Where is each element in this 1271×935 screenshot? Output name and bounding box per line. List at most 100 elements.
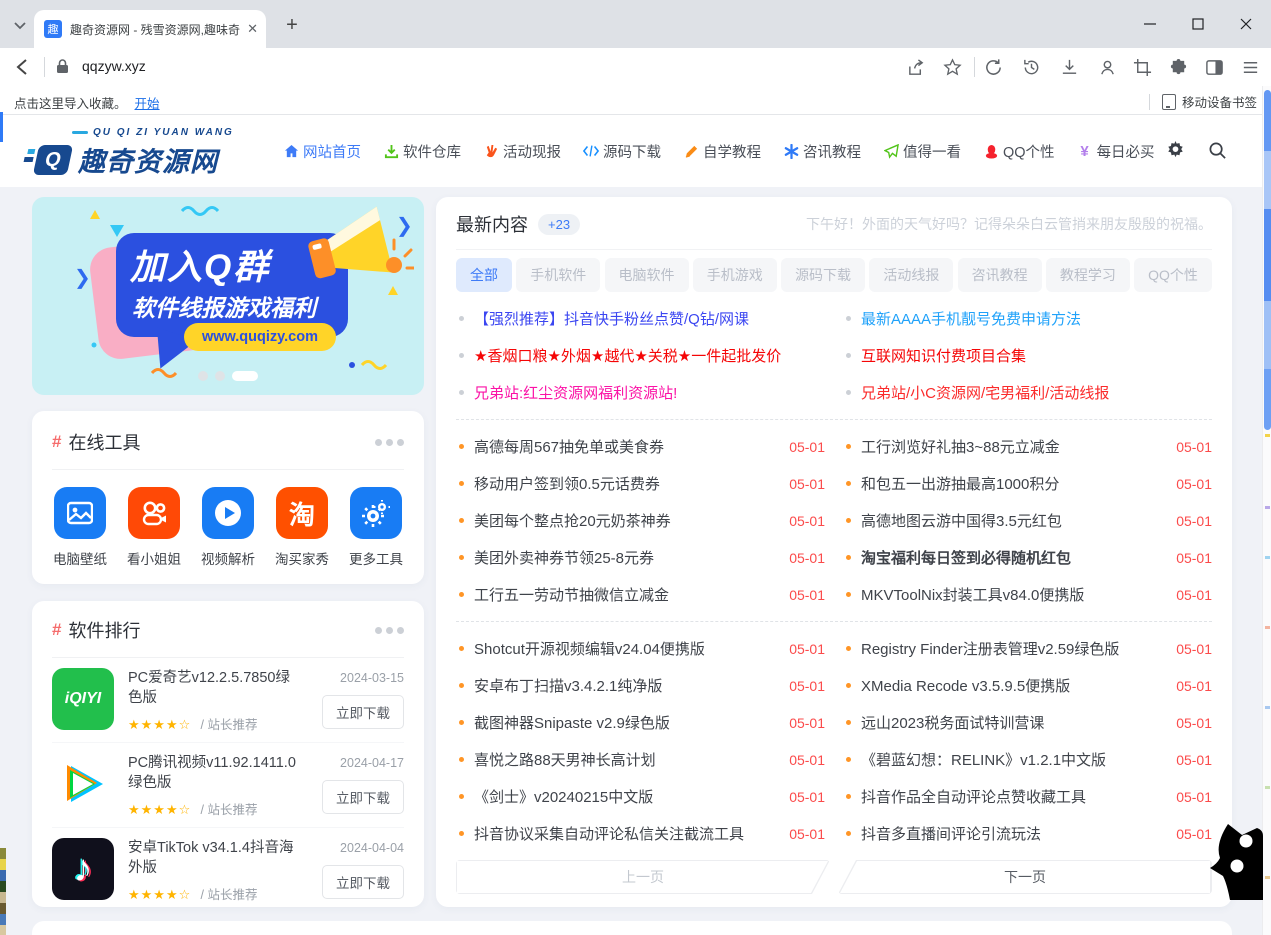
tool-girls[interactable]: 看小姐姐 xyxy=(126,487,182,568)
close-button[interactable] xyxy=(1231,10,1261,38)
search-icon[interactable] xyxy=(1208,141,1227,165)
list-item[interactable]: 《剑士》v20240215中文版 05-01 xyxy=(456,778,825,815)
mobile-bookmarks-label[interactable]: 移动设备书签 xyxy=(1182,92,1257,111)
site-logo[interactable]: QU QI ZI YUAN WANG Q 趣奇资源网 xyxy=(36,127,246,179)
rank-item-tiktok[interactable]: ♪ 安卓TikTok v34.1.4抖音海外版 ★★★★☆ / 站长推荐 202… xyxy=(52,828,404,912)
featured-link[interactable]: 兄弟站:红尘资源网福利资源站! xyxy=(456,374,825,411)
list-item[interactable]: 美团外卖神券节领25-8元券 05-01 xyxy=(456,539,825,576)
nav-item-news[interactable]: 咨讯教程 xyxy=(783,141,861,162)
extensions-icon[interactable] xyxy=(1167,56,1189,78)
download-icon[interactable] xyxy=(1058,56,1080,78)
more-dots-icon[interactable] xyxy=(375,627,404,634)
promo-banner[interactable]: 加入Q群 软件线报游戏福利 www.quqizy.com ❯ xyxy=(32,197,424,395)
bookmark-star-icon[interactable] xyxy=(941,56,963,78)
tab-search-chevron-icon[interactable] xyxy=(8,14,32,38)
bullet-icon xyxy=(846,390,851,395)
list-item[interactable]: Shotcut开源视频编辑v24.04便携版 05-01 xyxy=(456,630,825,667)
carousel-dots[interactable] xyxy=(32,371,424,381)
rank-item-iqiyi[interactable]: iQIYI PC爱奇艺v12.2.5.7850绿色版 ★★★★☆ / 站长推荐 … xyxy=(52,658,404,743)
featured-link[interactable]: 互联网知识付费项目合集 xyxy=(843,337,1212,374)
address-bar[interactable]: qqzyw.xyz xyxy=(82,58,146,74)
minimize-button[interactable] xyxy=(1135,10,1165,38)
cat-widget[interactable] xyxy=(1207,820,1265,900)
maximize-button[interactable] xyxy=(1183,10,1213,38)
download-now-button[interactable]: 立即下载 xyxy=(322,780,404,814)
scrollbar-thumb[interactable] xyxy=(1264,90,1271,430)
tool-wallpaper[interactable]: 电脑壁纸 xyxy=(52,487,108,568)
featured-link[interactable]: 最新AAAA手机靓号免费申请方法 xyxy=(843,300,1212,337)
category-tab[interactable]: 教程学习 xyxy=(1046,258,1130,292)
nav-item-source[interactable]: 源码下载 xyxy=(583,141,661,162)
banner-prev-icon[interactable]: ❯ xyxy=(74,265,91,290)
category-tab[interactable]: 电脑软件 xyxy=(605,258,689,292)
category-tab[interactable]: 源码下载 xyxy=(781,258,865,292)
featured-link[interactable]: 兄弟站/小C资源网/宅男福利/活动线报 xyxy=(843,374,1212,411)
tool-video-parse[interactable]: 视频解析 xyxy=(200,487,256,568)
sidebar-icon[interactable] xyxy=(1203,56,1225,78)
list-item[interactable]: 抖音作品全自动评论点赞收藏工具 05-01 xyxy=(843,778,1212,815)
browser-tab[interactable]: 趣 趣奇资源网 - 残雪资源网,趣味奇… ✕ xyxy=(34,10,266,48)
back-button[interactable] xyxy=(12,56,34,78)
featured-link[interactable]: ★香烟口粮★外烟★越代★关税★一件起批发价 xyxy=(456,337,825,374)
nav-item-qq[interactable]: QQ个性 xyxy=(983,141,1055,162)
list-item[interactable]: 喜悦之路88天男神长高计划 05-01 xyxy=(456,741,825,778)
list-item[interactable]: 工行五一劳动节抽微信立减金 05-01 xyxy=(456,576,825,613)
bookmark-start-link[interactable]: 开始 xyxy=(135,97,160,111)
list-item[interactable]: 远山2023税务面试特训营课 05-01 xyxy=(843,704,1212,741)
list-item[interactable]: Registry Finder注册表管理v2.59绿色版 05-01 xyxy=(843,630,1212,667)
category-tab[interactable]: 手机游戏 xyxy=(693,258,777,292)
rank-item-tencent[interactable]: PC腾讯视频v11.92.1411.0绿色版 ★★★★☆ / 站长推荐 2024… xyxy=(52,743,404,828)
bullet-icon xyxy=(459,757,464,762)
featured-link[interactable]: 【强烈推荐】抖音快手粉丝点赞/Q钻/网课 xyxy=(456,300,825,337)
online-tools-card: # 在线工具 电脑壁纸 看小姐姐 xyxy=(32,411,424,584)
tab-close-icon[interactable]: ✕ xyxy=(247,21,258,37)
list-item[interactable]: 《碧蓝幻想：RELINK》v1.2.1中文版 05-01 xyxy=(843,741,1212,778)
crop-icon[interactable] xyxy=(1131,56,1153,78)
settings-gear-icon[interactable] xyxy=(1166,141,1185,165)
prev-page-button[interactable]: 上一页 xyxy=(456,860,830,894)
category-tab[interactable]: 全部 xyxy=(456,258,512,292)
list-item[interactable]: XMedia Recode v3.5.9.5便携版 05-01 xyxy=(843,667,1212,704)
nav-item-worthy[interactable]: 值得一看 xyxy=(883,141,961,162)
refresh-icon[interactable] xyxy=(982,56,1004,78)
nav-item-activity[interactable]: 活动现报 xyxy=(483,141,561,162)
nav-item-home[interactable]: 网站首页 xyxy=(283,141,361,162)
banner-next-icon[interactable]: ❯ xyxy=(396,213,413,238)
category-tab[interactable]: 手机软件 xyxy=(516,258,600,292)
history-icon[interactable] xyxy=(1020,56,1042,78)
list-item[interactable]: 截图神器Snipaste v2.9绿色版 05-01 xyxy=(456,704,825,741)
nav-item-software[interactable]: 软件仓库 xyxy=(383,141,461,162)
list-item[interactable]: 高德地图云游中国得3.5元红包 05-01 xyxy=(843,502,1212,539)
new-tab-button[interactable]: + xyxy=(280,13,304,37)
category-tab[interactable]: QQ个性 xyxy=(1134,258,1212,292)
list-item[interactable]: 工行浏览好礼抽3~88元立减金 05-01 xyxy=(843,428,1212,465)
lock-icon[interactable] xyxy=(56,58,69,79)
download-now-button[interactable]: 立即下载 xyxy=(322,865,404,899)
next-page-button[interactable]: 下一页 xyxy=(838,860,1212,894)
list-item[interactable]: MKVToolNix封装工具v84.0便携版 05-01 xyxy=(843,576,1212,613)
share-icon[interactable] xyxy=(905,56,927,78)
tool-taobao[interactable]: 淘 淘买家秀 xyxy=(274,487,330,568)
list-item[interactable]: 安卓布丁扫描v3.4.2.1纯净版 05-01 xyxy=(456,667,825,704)
nav-item-tutorial[interactable]: 自学教程 xyxy=(683,141,761,162)
list-item[interactable]: 和包五一出游抽最高1000积分 05-01 xyxy=(843,465,1212,502)
list-item[interactable]: 抖音协议采集自动评论私信关注截流工具 05-01 xyxy=(456,815,825,852)
yen-icon: ¥ xyxy=(1077,143,1093,159)
list-item[interactable]: 抖音多直播间评论引流玩法 05-01 xyxy=(843,815,1212,852)
list-item[interactable]: 美团每个整点抢20元奶茶神券 05-01 xyxy=(456,502,825,539)
edge-artifact xyxy=(0,848,6,935)
scrollbar[interactable] xyxy=(1262,86,1271,935)
download-now-button[interactable]: 立即下载 xyxy=(322,695,404,729)
list-item[interactable]: 淘宝福利每日签到必得随机红包 05-01 xyxy=(843,539,1212,576)
list-item[interactable]: 高德每周567抽免单或美食券 05-01 xyxy=(456,428,825,465)
tool-more[interactable]: 更多工具 xyxy=(348,487,404,568)
menu-icon[interactable] xyxy=(1239,56,1261,78)
download-tray-icon xyxy=(383,143,399,159)
banner-title: 加入Q群 xyxy=(130,239,270,290)
profile-icon[interactable] xyxy=(1096,56,1118,78)
category-tab[interactable]: 活动线报 xyxy=(869,258,953,292)
nav-item-daily[interactable]: ¥ 每日必买 xyxy=(1077,141,1155,162)
list-item[interactable]: 移动用户签到领0.5元话费券 05-01 xyxy=(456,465,825,502)
more-dots-icon[interactable] xyxy=(375,439,404,446)
category-tab[interactable]: 咨讯教程 xyxy=(958,258,1042,292)
